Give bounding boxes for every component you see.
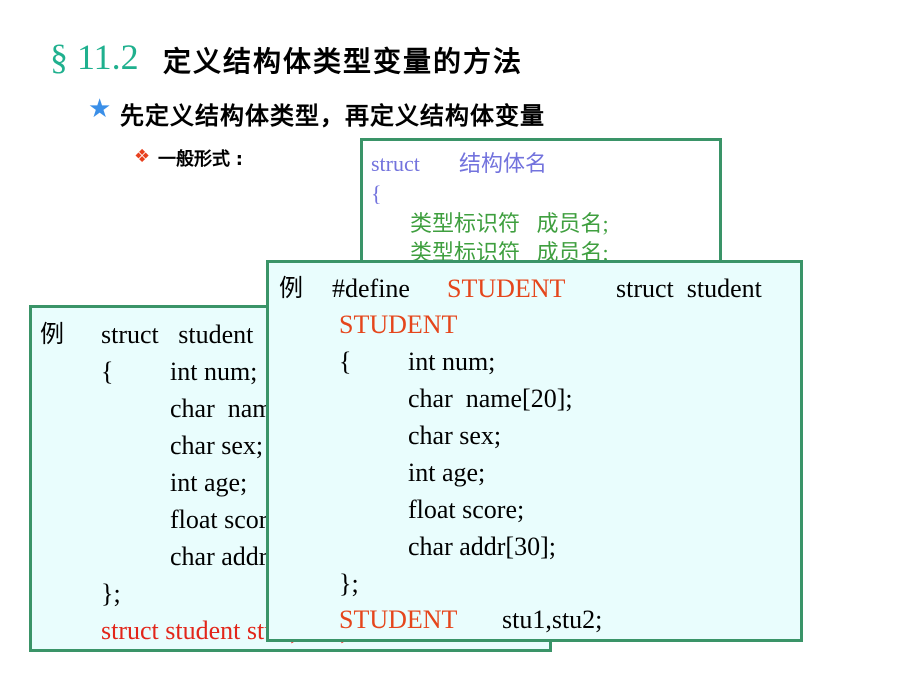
code-line: STUDENT <box>339 605 458 634</box>
example-define-box: 例 #define STUDENT struct student STUDENT… <box>266 260 803 642</box>
code-line: { <box>339 347 352 376</box>
code-line: 结构体名 <box>459 151 548 176</box>
code-line: int age; <box>170 468 248 497</box>
code-line: 类型标识符 成员名; <box>410 211 609 236</box>
code-line: struct <box>371 151 420 176</box>
code-macro: STUDENT <box>447 274 566 303</box>
code-line: char sex; <box>408 421 502 450</box>
bullet-point: 先定义结构体类型，再定义结构体变量 <box>120 102 545 130</box>
example-label: 例 <box>279 276 303 302</box>
code-line: char addr[30]; <box>408 532 556 561</box>
code-line: char name[20]; <box>408 384 573 413</box>
code-expansion: struct student <box>616 274 762 303</box>
code-line: { <box>371 181 382 206</box>
code-define: #define <box>332 274 410 303</box>
section-number: § 11.2 <box>50 37 139 77</box>
subpoint-text: 一般形式 <box>158 149 230 170</box>
example-label: 例 <box>40 322 64 348</box>
code-line: int num; <box>170 357 258 386</box>
diamond-bullet-icon: ❖ <box>134 146 151 167</box>
star-icon: ★ <box>88 94 112 124</box>
code-line: struct student <box>101 320 254 349</box>
code-line: char sex; <box>170 431 264 460</box>
code-line: int age; <box>408 458 486 487</box>
subpoint-label: 一般形式 : <box>158 145 243 171</box>
code-line: STUDENT <box>339 310 458 339</box>
code-line: }; <box>339 569 359 598</box>
colon: : <box>235 149 243 170</box>
page-title: 定义结构体类型变量的方法 <box>163 45 524 78</box>
code-line: }; <box>101 579 121 608</box>
code-line: stu1,stu2; <box>502 605 603 634</box>
general-form-box: struct 结构体名 { 类型标识符 成员名; 类型标识符 成员名; <box>360 138 722 278</box>
code-line: float score; <box>408 495 525 524</box>
code-line: int num; <box>408 347 496 376</box>
code-line: { <box>101 357 114 386</box>
